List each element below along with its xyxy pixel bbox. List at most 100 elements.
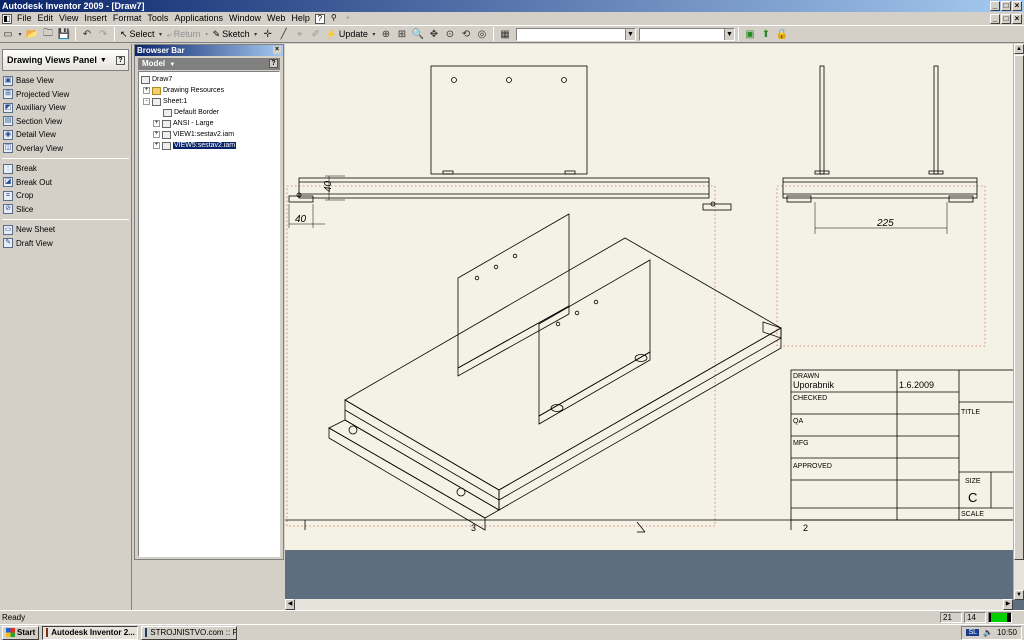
- dimension-225[interactable]: 225: [876, 218, 894, 229]
- look-at-icon[interactable]: ◎: [475, 27, 489, 41]
- menu-applications[interactable]: Applications: [171, 12, 226, 25]
- scroll-left-icon[interactable]: ◀: [285, 599, 295, 610]
- help-icon[interactable]: ?: [314, 13, 325, 24]
- crop-button[interactable]: ⌗ Crop: [0, 189, 131, 203]
- draft-view-button[interactable]: ✎ Draft View: [0, 237, 131, 251]
- maximize-button[interactable]: □: [1001, 1, 1011, 11]
- select-button[interactable]: ↖ Select: [118, 27, 157, 41]
- line-icon[interactable]: ╱: [277, 27, 291, 41]
- tree-node-ansi-large[interactable]: + ANSI - Large: [141, 118, 277, 129]
- base-view-button[interactable]: ▣ Base View: [0, 74, 131, 88]
- update-button[interactable]: ⚡ Update: [324, 27, 370, 41]
- tree-node-draw7[interactable]: Draw7: [141, 74, 277, 85]
- zoom-all-icon[interactable]: ⊕: [379, 27, 393, 41]
- tree-node-view5[interactable]: + VIEW5:sestav2.iam: [141, 140, 277, 151]
- vault-lock-icon[interactable]: 🔒: [775, 27, 789, 41]
- dropdown-arrow-icon[interactable]: ▾: [17, 27, 23, 41]
- menu-web[interactable]: Web: [264, 12, 288, 25]
- drawing-workspace[interactable]: 40 40 225 3 2 DRAWN Uporabnik 1.6.2009 C…: [285, 44, 1024, 610]
- menu-window[interactable]: Window: [226, 12, 264, 25]
- close-icon[interactable]: ×: [273, 46, 281, 54]
- style-icon[interactable]: ▦: [498, 27, 512, 41]
- measure-icon[interactable]: ⌖: [293, 27, 307, 41]
- doc-restore-button[interactable]: □: [1001, 14, 1011, 24]
- new-file-icon[interactable]: ▭: [1, 27, 15, 41]
- minimize-button[interactable]: _: [990, 1, 1000, 11]
- style-combo[interactable]: ▼: [515, 27, 636, 41]
- menu-file[interactable]: File: [14, 12, 35, 25]
- clock[interactable]: 10:50: [997, 628, 1017, 637]
- section-view-button[interactable]: ▤ Section View: [0, 115, 131, 129]
- drawing-sheet[interactable]: 40 40 225 3 2 DRAWN Uporabnik 1.6.2009 C…: [285, 44, 1024, 550]
- break-out-button[interactable]: ◪ Break Out: [0, 176, 131, 190]
- scroll-down-icon[interactable]: ▼: [1014, 590, 1024, 600]
- slice-button[interactable]: ⊘ Slice: [0, 203, 131, 217]
- menu-help[interactable]: Help: [288, 12, 313, 25]
- close-button[interactable]: ×: [1012, 1, 1022, 11]
- taskbar-item-inventor[interactable]: Autodesk Inventor 2...: [42, 625, 139, 640]
- isometric-view[interactable]: [328, 213, 782, 531]
- vault-icon[interactable]: ▣: [743, 27, 757, 41]
- redo-icon[interactable]: ↷: [96, 27, 110, 41]
- menu-edit[interactable]: Edit: [35, 12, 57, 25]
- expand-icon[interactable]: +: [153, 131, 160, 138]
- taskbar-item-browser[interactable]: STROJNISTVO.com :: Po...: [141, 625, 238, 640]
- collapse-icon[interactable]: -: [143, 98, 150, 105]
- layer-combo[interactable]: ▼: [638, 27, 735, 41]
- projected-view-button[interactable]: ⊞ Projected View: [0, 88, 131, 102]
- tree-node-drawing-resources[interactable]: + Drawing Resources: [141, 85, 277, 96]
- browser-title-bar[interactable]: Browser Bar ×: [135, 45, 283, 56]
- update-dropdown-icon[interactable]: ▾: [371, 27, 377, 41]
- start-button[interactable]: Start: [2, 625, 40, 640]
- add-icon[interactable]: +: [343, 13, 353, 24]
- detail-view-button[interactable]: ◉ Detail View: [0, 128, 131, 142]
- open-file-icon[interactable]: 📂: [25, 27, 39, 41]
- vault-checkin-icon[interactable]: ⬆: [759, 27, 773, 41]
- menu-format[interactable]: Format: [110, 12, 145, 25]
- scroll-up-icon[interactable]: ▲: [1014, 44, 1024, 54]
- panel-header[interactable]: Drawing Views Panel ▼ ?: [2, 49, 129, 71]
- auxiliary-view-button[interactable]: ◩ Auxiliary View: [0, 101, 131, 115]
- panel-dropdown-icon[interactable]: ▼: [100, 57, 107, 64]
- doc-minimize-button[interactable]: _: [990, 14, 1000, 24]
- combo-arrow-icon[interactable]: ▼: [624, 28, 635, 40]
- select-dropdown-icon[interactable]: ▾: [158, 27, 164, 41]
- tray-volume-icon[interactable]: 🔈: [983, 628, 993, 637]
- folder-icon[interactable]: 🗀: [41, 27, 55, 41]
- expand-icon[interactable]: +: [153, 120, 160, 127]
- doc-close-button[interactable]: ×: [1012, 14, 1022, 24]
- tree-node-default-border[interactable]: Default Border: [141, 107, 277, 118]
- new-sheet-button[interactable]: ▭ New Sheet: [0, 223, 131, 237]
- app-icon[interactable]: ◧: [2, 13, 12, 24]
- pencil-icon[interactable]: ✐: [309, 27, 323, 41]
- undo-icon[interactable]: ↶: [80, 27, 94, 41]
- help-icon[interactable]: ?: [269, 59, 278, 68]
- vertical-scrollbar[interactable]: ▲ ▼: [1013, 44, 1024, 600]
- menu-view[interactable]: View: [56, 12, 81, 25]
- side-view[interactable]: [782, 65, 978, 203]
- rotate-icon[interactable]: ⟲: [459, 27, 473, 41]
- tree-node-sheet1[interactable]: - Sheet:1: [141, 96, 277, 107]
- expand-icon[interactable]: +: [153, 142, 160, 149]
- drawing-canvas[interactable]: 40 40 225 3 2 DRAWN Uporabnik 1.6.2009 C…: [285, 44, 1024, 550]
- title-block[interactable]: [790, 369, 1024, 521]
- return-dropdown-icon[interactable]: ▾: [204, 27, 210, 41]
- tree-node-view1[interactable]: + VIEW1:sestav2.iam: [141, 129, 277, 140]
- front-view[interactable]: [288, 65, 732, 211]
- whats-this-icon[interactable]: ⚲: [329, 13, 339, 24]
- return-button[interactable]: ⤶ Return: [165, 27, 203, 41]
- pan-icon[interactable]: ✥: [427, 27, 441, 41]
- dimension-40-horizontal[interactable]: 40: [295, 214, 307, 225]
- overlay-view-button[interactable]: ◫ Overlay View: [0, 142, 131, 156]
- scroll-thumb[interactable]: [1014, 55, 1024, 560]
- zoom-selected-icon[interactable]: ⊙: [443, 27, 457, 41]
- break-button[interactable]: ⫶ Break: [0, 162, 131, 176]
- dimension-40-vertical[interactable]: 40: [323, 180, 334, 192]
- browser-mode-selector[interactable]: Model ▼ ?: [138, 58, 280, 70]
- horizontal-scrollbar[interactable]: ◀ ▶: [285, 599, 1013, 610]
- zoom-icon[interactable]: 🔍: [411, 27, 425, 41]
- sketch-dropdown-icon[interactable]: ▾: [253, 27, 259, 41]
- menu-tools[interactable]: Tools: [144, 12, 171, 25]
- expand-icon[interactable]: +: [143, 87, 150, 94]
- save-icon[interactable]: 💾: [57, 27, 71, 41]
